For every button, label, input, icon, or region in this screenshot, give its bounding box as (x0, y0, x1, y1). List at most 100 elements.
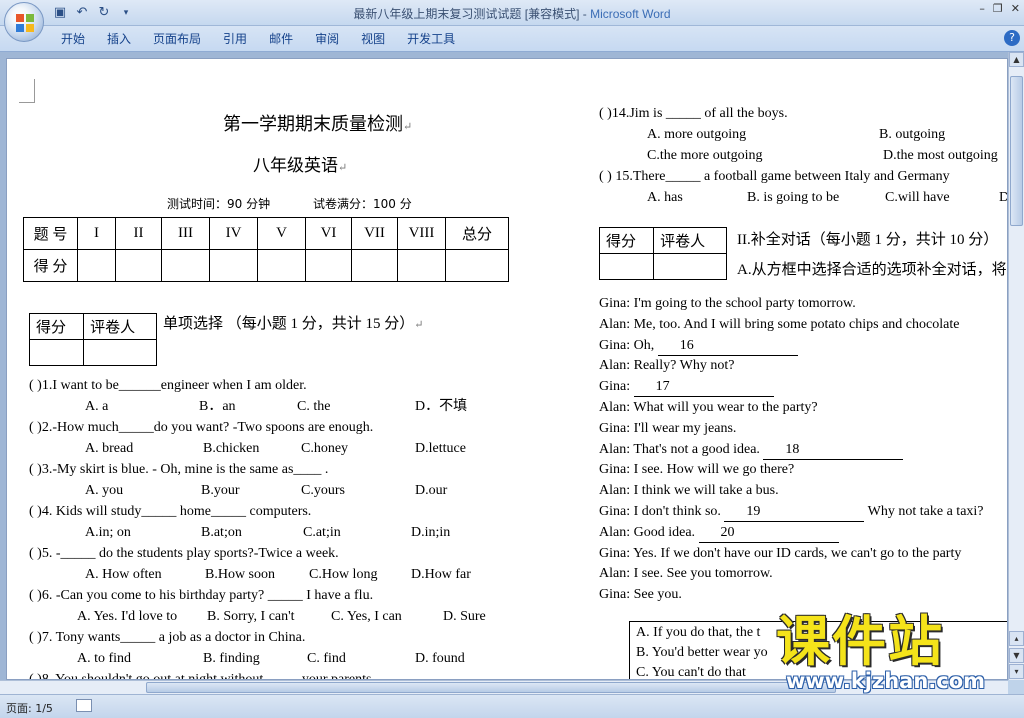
table-cell[interactable] (28, 339, 85, 366)
help-icon[interactable]: ? (1004, 30, 1020, 46)
option-b-text: B. You'd better wear yo (636, 645, 768, 660)
q4-option-d: D.in;in (411, 525, 451, 540)
document-title: 最新八年级上期末复习测试试题 [兼容模式] - (353, 7, 591, 21)
dialog-line: Gina: I'll wear my jeans. (599, 420, 736, 438)
box-header-score: 得分 (598, 227, 655, 254)
q7-option-b: B. finding (203, 651, 260, 666)
exam-full-score: 试卷满分：100 分 (313, 197, 412, 211)
box-header-grader: 评卷人 (83, 313, 157, 340)
dialog-line: Alan: What will you wear to the party? (599, 399, 818, 417)
table-cell[interactable] (445, 249, 509, 282)
q14-option-b: B. outgoing (879, 127, 946, 142)
q6-option-b: B. Sorry, I can't (207, 609, 295, 624)
q3-option-d: D.our (415, 483, 448, 498)
tab-developer[interactable]: 开发工具 (396, 30, 466, 48)
q1-option-c: C. the (297, 399, 331, 414)
table-cell: IV (209, 217, 258, 250)
table-cell: I (77, 217, 116, 250)
question-1: ( )1.I want to be______engineer when I a… (29, 378, 307, 393)
q6-option-a: A. Yes. I'd love to (77, 609, 178, 624)
tab-home[interactable]: 开始 (50, 30, 96, 48)
answer-blank[interactable]: 16 (657, 337, 798, 356)
q3-option-b: B.your (201, 483, 240, 498)
table-cell: III (161, 217, 210, 250)
dialog-text: I think we will take a bus. (633, 483, 779, 499)
section1-heading: 单项选择 （每小题 1 分，共计 15 分）↵ (163, 316, 424, 332)
dialog-text: Me, too. And I will bring some potato ch… (633, 316, 960, 332)
restore-icon[interactable]: ❐ (993, 2, 1003, 15)
tab-review[interactable]: 审阅 (304, 30, 350, 48)
table-cell[interactable] (397, 249, 446, 282)
answer-blank[interactable]: 20 (698, 524, 839, 543)
dialog-line: Alan: Me, too. And I will bring some pot… (599, 316, 959, 334)
q7-option-a: A. to find (77, 651, 132, 666)
q1-option-b: B．an (199, 399, 236, 414)
q6-option-c: C. Yes, I can (331, 609, 402, 624)
table-cell[interactable] (351, 249, 398, 282)
table-cell[interactable] (83, 339, 157, 366)
answer-blank[interactable]: 19 (724, 503, 865, 522)
app-name: Microsoft Word (590, 7, 671, 21)
q15-option-c: C.will have (885, 190, 950, 205)
page-indicator[interactable]: 页面: 1/5 (6, 700, 53, 716)
hscroll-thumb[interactable] (146, 682, 836, 693)
tab-page-layout[interactable]: 页面布局 (142, 30, 212, 48)
question-15: ( ) 15.There_____ a football game betwee… (599, 169, 950, 184)
dialog-line: Gina: I'm going to the school party tomo… (599, 295, 856, 313)
document-page[interactable]: 第一学期期末质量检测↵ 八年级英语↵ 测试时间：90 分钟 试卷满分：100 分… (6, 58, 1008, 680)
spelling-icon[interactable] (76, 699, 92, 712)
dialog-speaker: Alan: (599, 483, 634, 499)
table-cell[interactable] (598, 253, 655, 280)
q14-option-c: C.the more outgoing (647, 148, 763, 163)
dialog-speaker: Alan: (599, 358, 634, 374)
answer-blank[interactable]: 18 (763, 441, 904, 460)
table-cell[interactable] (305, 249, 352, 282)
table-cell: VI (305, 217, 352, 250)
document-area: 第一学期期末质量检测↵ 八年级英语↵ 测试时间：90 分钟 试卷满分：100 分… (0, 52, 1008, 680)
dialog-text: Really? Why not? (633, 358, 735, 374)
dialog-text: I'm going to the school party tomorrow. (633, 296, 856, 311)
exam-title: 第一学期期末质量检测↵ (223, 114, 413, 134)
question-7: ( )7. Tony wants_____ a job as a doctor … (29, 630, 306, 645)
minimize-icon[interactable]: – (979, 2, 985, 15)
margin-corner-mark (19, 79, 35, 103)
tab-mailings[interactable]: 邮件 (258, 30, 304, 48)
scroll-down-icon[interactable]: ▼ (1009, 648, 1024, 663)
page-down-icon[interactable]: ▾ (1009, 664, 1024, 679)
q3-option-c: C.yours (301, 483, 345, 498)
table-cell[interactable] (77, 249, 116, 282)
q5-option-c: C.How long (309, 567, 378, 582)
table-cell[interactable] (257, 249, 306, 282)
dialog-text: That's not a good idea. (633, 441, 764, 457)
dialog-text: Why not take a taxi? (864, 504, 984, 519)
table-cell[interactable] (161, 249, 210, 282)
table-cell[interactable] (209, 249, 258, 282)
dialog-text: What will you wear to the party? (633, 400, 818, 415)
question-8: ( )8. You shouldn't go out at night with… (29, 672, 375, 680)
dialog-text: I'll wear my jeans. (633, 420, 737, 436)
answer-blank[interactable]: 17 (633, 378, 774, 398)
scroll-thumb[interactable] (1010, 76, 1023, 226)
q5-option-a: A. How often (85, 567, 162, 582)
office-button[interactable] (4, 2, 44, 42)
table-cell: V (257, 217, 306, 250)
close-icon[interactable]: ✕ (1011, 2, 1020, 15)
vertical-scrollbar[interactable]: ▲ ▼ ▴ ▾ (1008, 52, 1024, 680)
question-14: ( )14.Jim is _____ of all the boys. (599, 106, 788, 121)
q7-option-d: D. found (415, 651, 465, 666)
table-cell: 题 号 (23, 217, 78, 250)
tab-references[interactable]: 引用 (212, 30, 258, 48)
dialog-line: Gina: I see. How will we go there? (599, 461, 794, 479)
question-2: ( )2.-How much_____do you want? -Two spo… (29, 420, 374, 435)
table-cell[interactable] (115, 249, 162, 282)
q1-option-d: D．不填 (415, 399, 468, 414)
table-cell[interactable] (653, 253, 727, 280)
dialog-line: Gina: I don't think so. 19 Why not take … (599, 503, 984, 522)
q1-option-a: A. a (85, 399, 109, 414)
page-up-icon[interactable]: ▴ (1009, 631, 1024, 646)
tab-insert[interactable]: 插入 (96, 30, 142, 48)
scroll-up-icon[interactable]: ▲ (1009, 52, 1024, 67)
q3-option-a: A. you (85, 483, 124, 498)
q4-option-a: A.in; on (85, 525, 131, 540)
tab-view[interactable]: 视图 (350, 30, 396, 48)
